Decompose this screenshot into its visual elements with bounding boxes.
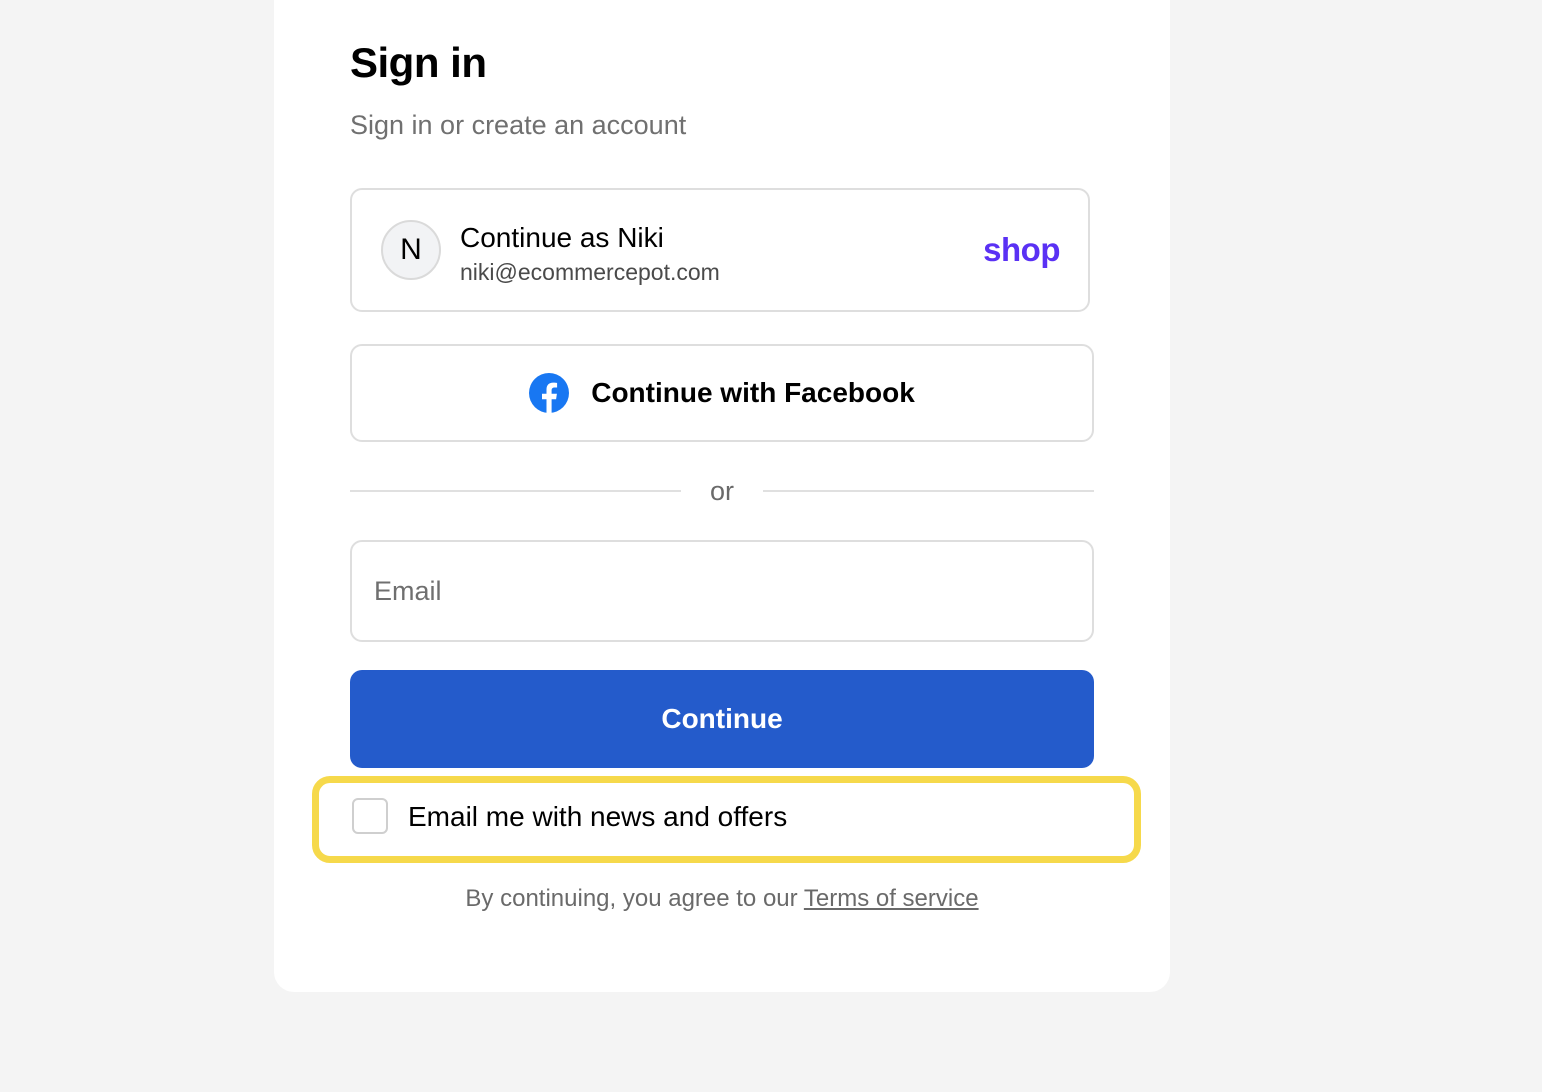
newsletter-checkbox[interactable] [352, 798, 388, 834]
page-title: Sign in [350, 39, 487, 86]
facebook-button-label: Continue with Facebook [591, 377, 915, 408]
terms-of-service-link[interactable]: Terms of service [804, 885, 979, 912]
shop-account-name: Continue as Niki [460, 222, 664, 253]
shop-logo: shop [983, 231, 1060, 268]
email-field[interactable] [350, 540, 1094, 642]
continue-with-facebook-button[interactable]: Continue with Facebook [350, 344, 1094, 442]
page-subtitle: Sign in or create an account [350, 110, 687, 140]
avatar: N [381, 220, 441, 280]
shop-account-email: niki@ecommercepot.com [460, 259, 720, 285]
divider-line-left [350, 490, 681, 492]
terms-prefix: By continuing, you agree to our [465, 885, 804, 912]
divider-line-right [763, 490, 1094, 492]
divider-label: or [709, 476, 734, 506]
continue-button[interactable]: Continue [350, 670, 1094, 768]
continue-as-shop-account-button[interactable]: N Continue as Niki niki@ecommercepot.com… [350, 188, 1090, 312]
facebook-icon [529, 373, 570, 413]
avatar-initial: N [400, 233, 422, 266]
terms-notice: By continuing, you agree to our Terms of… [274, 884, 1170, 914]
newsletter-checkbox-label[interactable]: Email me with news and offers [408, 800, 787, 834]
